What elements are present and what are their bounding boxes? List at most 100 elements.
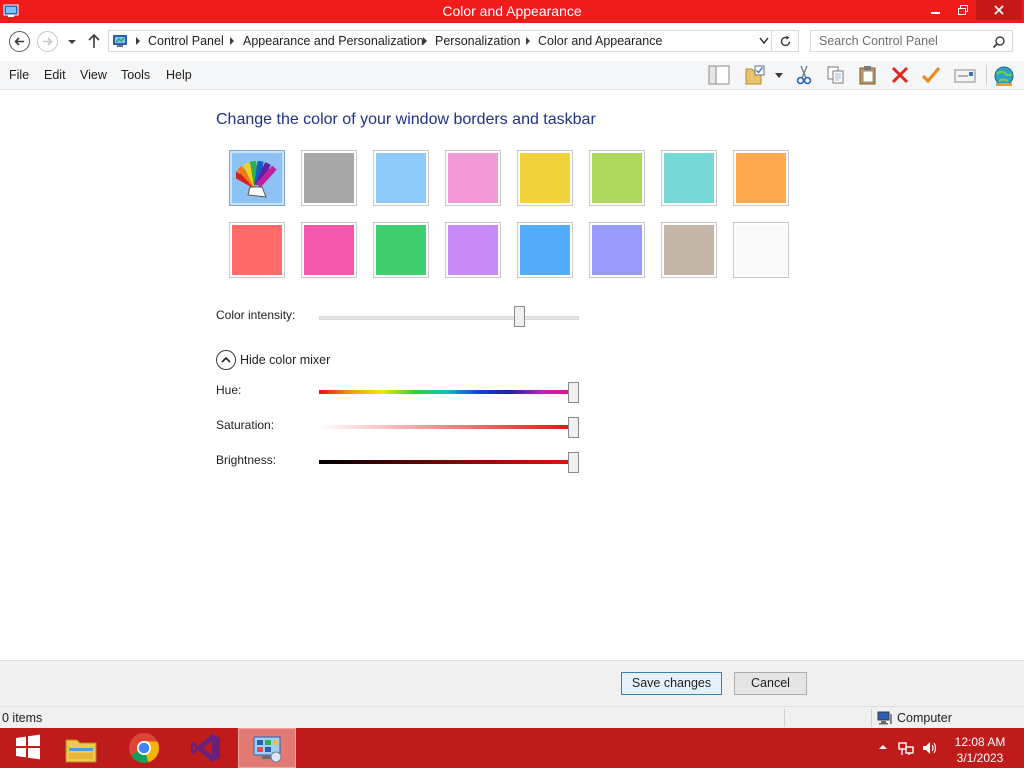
color-swatch-sea-foam[interactable] bbox=[661, 150, 717, 206]
color-swatch-pink[interactable] bbox=[301, 222, 357, 278]
search-box[interactable] bbox=[810, 30, 1013, 52]
chevron-right-icon[interactable] bbox=[422, 37, 428, 45]
swatch-fill bbox=[448, 225, 498, 275]
breadcrumb-color-and-appearance[interactable]: Color and Appearance bbox=[538, 34, 662, 48]
swatch-fill bbox=[736, 225, 786, 275]
chrome-icon bbox=[129, 733, 159, 763]
status-divider bbox=[784, 709, 785, 727]
folder-options-button[interactable] bbox=[742, 63, 768, 87]
hide-color-mixer-label[interactable]: Hide color mixer bbox=[240, 353, 330, 367]
cut-button[interactable] bbox=[791, 63, 817, 87]
show-hidden-icons-icon[interactable] bbox=[876, 740, 890, 754]
back-arrow-icon bbox=[14, 37, 24, 46]
color-intensity-slider-thumb[interactable] bbox=[514, 306, 526, 327]
menu-edit[interactable]: Edit bbox=[44, 68, 66, 82]
taskbar-chrome[interactable] bbox=[115, 728, 173, 768]
email-button[interactable] bbox=[951, 63, 977, 87]
saturation-label: Saturation: bbox=[216, 418, 275, 432]
refresh-icon bbox=[780, 35, 791, 47]
start-button[interactable] bbox=[0, 728, 58, 768]
color-swatch-red[interactable] bbox=[229, 222, 285, 278]
taskbar-control-panel[interactable] bbox=[238, 728, 296, 768]
layout-pane-icon bbox=[708, 65, 730, 85]
forward-button[interactable] bbox=[37, 31, 58, 52]
hue-slider-thumb[interactable] bbox=[568, 382, 579, 403]
color-intensity-slider-track[interactable] bbox=[319, 316, 579, 320]
hide-color-mixer-button[interactable] bbox=[216, 350, 236, 370]
color-swatch-violet[interactable] bbox=[589, 222, 645, 278]
refresh-button[interactable] bbox=[772, 30, 799, 52]
breadcrumb-control-panel[interactable]: Control Panel bbox=[148, 34, 224, 48]
taskbar-visual-studio[interactable] bbox=[177, 728, 235, 768]
properties-button[interactable] bbox=[918, 63, 944, 87]
copy-button[interactable] bbox=[823, 63, 849, 87]
brightness-slider-track[interactable] bbox=[319, 460, 574, 464]
saturation-slider-track[interactable] bbox=[319, 425, 574, 429]
paste-icon bbox=[859, 66, 876, 85]
back-button[interactable] bbox=[9, 31, 30, 52]
color-swatch-automatic[interactable] bbox=[229, 150, 285, 206]
forward-arrow-icon bbox=[43, 37, 53, 46]
volume-icon[interactable] bbox=[922, 740, 938, 756]
color-swatch-green[interactable] bbox=[373, 222, 429, 278]
hue-label: Hue: bbox=[216, 383, 242, 397]
minimize-button[interactable] bbox=[922, 0, 950, 20]
color-swatch-gold[interactable] bbox=[517, 150, 573, 206]
location-label: Computer bbox=[897, 711, 952, 725]
address-bar[interactable]: Control Panel Appearance and Personaliza… bbox=[108, 30, 772, 52]
layout-pane-button[interactable] bbox=[705, 63, 731, 87]
up-arrow-icon[interactable] bbox=[87, 33, 101, 49]
cancel-button[interactable]: Cancel bbox=[734, 672, 807, 695]
network-icon[interactable] bbox=[898, 740, 914, 756]
menu-file[interactable]: File bbox=[9, 68, 29, 82]
color-swatch-frost[interactable] bbox=[733, 222, 789, 278]
cut-icon bbox=[796, 65, 812, 85]
color-swatch-leaf[interactable] bbox=[589, 150, 645, 206]
menu-view[interactable]: View bbox=[80, 68, 107, 82]
dialog-button-bar: Save changes Cancel bbox=[0, 660, 1024, 706]
recent-locations-dropdown-icon[interactable] bbox=[66, 36, 78, 48]
search-input[interactable] bbox=[811, 31, 991, 51]
chevron-right-icon[interactable] bbox=[135, 37, 141, 45]
delete-button[interactable] bbox=[887, 63, 913, 87]
status-bar: 0 items Computer bbox=[0, 706, 1024, 728]
internet-button[interactable] bbox=[990, 63, 1016, 87]
item-count: 0 items bbox=[2, 711, 43, 725]
save-changes-button[interactable]: Save changes bbox=[621, 672, 722, 695]
close-button[interactable] bbox=[976, 0, 1022, 20]
chevron-right-icon[interactable] bbox=[229, 37, 235, 45]
folder-options-icon bbox=[745, 65, 765, 85]
color-swatch-sky[interactable] bbox=[301, 150, 357, 206]
check-icon bbox=[921, 66, 941, 84]
swatch-fill bbox=[304, 153, 354, 203]
color-swatch-lavender[interactable] bbox=[445, 222, 501, 278]
title-bar: Color and Appearance bbox=[0, 0, 1024, 23]
chevron-down-icon[interactable] bbox=[775, 73, 783, 79]
taskbar-file-explorer[interactable] bbox=[52, 728, 110, 768]
chevron-down-icon[interactable] bbox=[759, 37, 769, 45]
computer-icon bbox=[877, 711, 892, 725]
search-icon[interactable] bbox=[992, 35, 1006, 49]
restore-button[interactable] bbox=[950, 0, 976, 20]
chevron-right-icon[interactable] bbox=[525, 37, 531, 45]
color-swatch-taupe[interactable] bbox=[661, 222, 717, 278]
brightness-slider-thumb[interactable] bbox=[568, 452, 579, 473]
windows-logo-icon bbox=[16, 734, 40, 760]
window-title: Color and Appearance bbox=[442, 3, 582, 19]
color-intensity-label: Color intensity: bbox=[216, 308, 296, 322]
color-swatch-twilight[interactable] bbox=[373, 150, 429, 206]
toolbar-divider bbox=[986, 65, 987, 85]
navigation-bar: Control Panel Appearance and Personaliza… bbox=[0, 23, 1024, 61]
hue-slider-track[interactable] bbox=[319, 390, 574, 394]
paste-button[interactable] bbox=[855, 63, 881, 87]
breadcrumb-appearance-and-personalization[interactable]: Appearance and Personalization bbox=[243, 34, 424, 48]
close-icon bbox=[994, 5, 1004, 15]
menu-help[interactable]: Help bbox=[166, 68, 192, 82]
color-swatch-orange[interactable] bbox=[733, 150, 789, 206]
color-swatch-blush[interactable] bbox=[445, 150, 501, 206]
breadcrumb-personalization[interactable]: Personalization bbox=[435, 34, 520, 48]
system-clock[interactable]: 12:08 AM 3/1/2023 bbox=[944, 734, 1016, 766]
menu-tools[interactable]: Tools bbox=[121, 68, 150, 82]
color-swatch-blue[interactable] bbox=[517, 222, 573, 278]
saturation-slider-thumb[interactable] bbox=[568, 417, 579, 438]
